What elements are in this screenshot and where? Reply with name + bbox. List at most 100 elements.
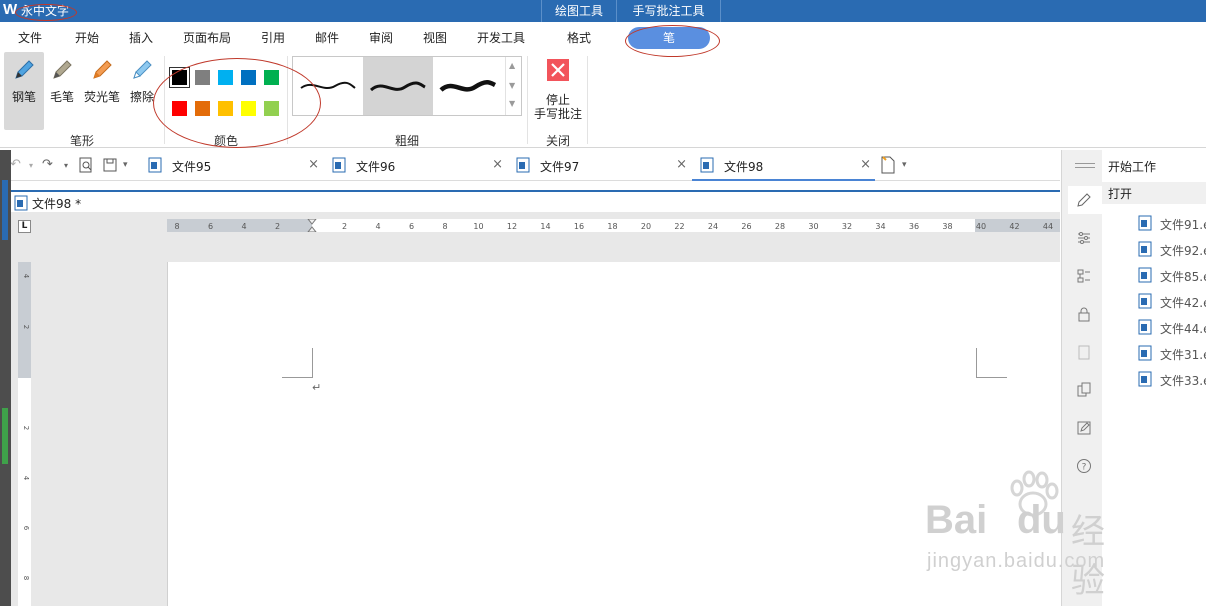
settings-sliders-icon[interactable] [1076, 230, 1092, 246]
close-icon[interactable]: × [308, 157, 319, 172]
margin-corner-mark [976, 348, 977, 378]
document-window-title: 文件98 * [32, 197, 82, 211]
ruler-tick-label: 14 [540, 222, 550, 231]
pen-tool-fountain[interactable]: 钢笔 [4, 52, 44, 130]
document-icon [516, 157, 530, 173]
group-divider [527, 56, 528, 144]
tab-developer[interactable]: 开发工具 [477, 29, 525, 46]
document-icon [1138, 241, 1152, 257]
ruler-tick-label: 32 [842, 222, 852, 231]
undo-dropdown-icon[interactable]: ▾ [29, 161, 33, 170]
recent-file-item[interactable]: 文件92.e [1138, 240, 1206, 258]
tool-label: 毛笔 [49, 90, 74, 104]
tab-file[interactable]: 文件 [18, 29, 42, 46]
stop-label-line1: 停止 [545, 93, 570, 107]
new-document-dropdown-icon[interactable]: ▾ [902, 160, 907, 170]
redo-icon[interactable]: ↷ [42, 157, 53, 172]
customize-toolbar-icon[interactable]: ▾ [123, 160, 128, 170]
thickness-gallery-scrollbar[interactable]: ▲ ▼ ▼ [505, 57, 521, 115]
recent-file-item[interactable]: 文件42.e [1138, 292, 1206, 310]
ruler-margin [167, 219, 312, 232]
stop-handwriting-button[interactable]: 停止 手写批注 [533, 54, 583, 128]
menu-bar: 文件 开始 插入 页面布局 引用 邮件 审阅 视图 开发工具 格式 笔 [0, 22, 1206, 50]
pen-tool-highlighter[interactable]: 荧光笔 [82, 52, 122, 130]
navigation-icon[interactable] [1076, 268, 1092, 284]
document-icon [148, 157, 162, 173]
open-section-header[interactable]: 打开 [1102, 182, 1206, 204]
ruler-tick-label: 10 [473, 222, 483, 231]
print-preview-icon[interactable] [78, 157, 94, 177]
fountain-pen-icon [15, 60, 34, 79]
document-icon [1138, 345, 1152, 361]
thickness-option-thick[interactable] [433, 57, 503, 115]
stop-label-line2: 手写批注 [533, 107, 582, 121]
doc-tab[interactable]: 文件97 × [508, 150, 691, 181]
recent-file-item[interactable]: 文件44.e [1138, 318, 1206, 336]
tab-stop-selector[interactable]: L [18, 220, 31, 233]
ruler-tick-label: 44 [1043, 222, 1053, 231]
vertical-ruler[interactable]: 4 2 2 4 6 8 [18, 262, 31, 606]
lock-icon[interactable] [1076, 306, 1092, 322]
document-window-tab[interactable]: 文件98 * [11, 190, 1060, 212]
undo-icon[interactable]: ↶ [10, 157, 21, 172]
edit-icon[interactable] [1076, 420, 1092, 436]
gallery-expand-icon[interactable]: ▼ [509, 99, 515, 108]
ruler-tick-label: 28 [775, 222, 785, 231]
recent-file-item[interactable]: 文件85.e [1138, 266, 1206, 284]
copy-icon[interactable] [1076, 382, 1092, 398]
thickness-option-medium[interactable] [363, 57, 433, 115]
tab-view[interactable]: 视图 [423, 29, 447, 46]
tool-label: 荧光笔 [83, 90, 120, 104]
tool-label: 钢笔 [11, 90, 36, 104]
tab-insert[interactable]: 插入 [129, 29, 153, 46]
thickness-gallery: ▲ ▼ ▼ [292, 56, 522, 116]
task-pane-title: 开始工作 [1108, 160, 1157, 174]
medium-stroke-icon [369, 81, 426, 92]
horizontal-ruler[interactable]: 8 6 4 2 2 4 6 8 10 12 14 16 18 20 22 24 26 28 30 32 34 36 38 40… [167, 218, 1060, 233]
doc-tab-label: 文件95 [172, 160, 212, 174]
tab-page-layout[interactable]: 页面布局 [183, 29, 231, 46]
recent-file-item[interactable]: 文件31.e [1138, 344, 1206, 362]
ruler-tick-label: 6 [208, 222, 213, 231]
doc-tab[interactable]: 文件95 × [140, 150, 323, 181]
recent-file-item[interactable]: 文件91.e [1138, 214, 1206, 232]
document-icon [1138, 267, 1152, 283]
help-icon[interactable]: ? [1076, 458, 1092, 474]
annotation-ellipse [153, 58, 321, 148]
pane-grip[interactable] [1075, 163, 1095, 164]
ruler-tick-label: 30 [808, 222, 818, 231]
new-document-icon[interactable] [880, 156, 896, 178]
tab-home[interactable]: 开始 [75, 29, 99, 46]
ruler-tick-label: 2 [275, 222, 280, 231]
tab-mailings[interactable]: 邮件 [315, 29, 339, 46]
ruler-tick-label: 2 [22, 426, 30, 430]
tab-format[interactable]: 格式 [567, 29, 591, 46]
save-icon[interactable] [102, 157, 118, 177]
tab-review[interactable]: 审阅 [369, 29, 393, 46]
close-icon[interactable]: × [860, 157, 871, 172]
doc-tab[interactable]: 文件96 × [324, 150, 507, 181]
ruler-tick-label: 6 [22, 526, 30, 531]
pencil-icon[interactable] [1076, 192, 1092, 208]
context-tab-drawing-tools[interactable]: 绘图工具 [541, 0, 617, 22]
document-icon [1138, 215, 1152, 231]
clipboard-icon[interactable] [1076, 344, 1092, 360]
ruler-tick-label: 42 [1009, 222, 1019, 231]
close-icon[interactable]: × [492, 157, 503, 172]
strip-handle[interactable] [2, 408, 8, 464]
scroll-up-icon[interactable]: ▲ [509, 61, 515, 70]
context-tab-handwriting-tools[interactable]: 手写批注工具 [617, 0, 721, 22]
brush-icon [53, 60, 72, 79]
close-icon[interactable]: × [676, 157, 687, 172]
doc-tab-active[interactable]: 文件98 × [692, 150, 875, 181]
vertical-ruler-scale: 4 2 2 4 6 8 [18, 262, 31, 580]
document-icon [700, 157, 714, 173]
doc-tab-label: 文件96 [356, 160, 396, 174]
recent-file-item[interactable]: 文件33.e [1138, 370, 1206, 388]
scroll-down-icon[interactable]: ▼ [509, 81, 515, 90]
ruler-tick-label: 8 [174, 222, 179, 231]
pen-tool-brush[interactable]: 毛笔 [42, 52, 82, 130]
group-label-pen-shape: 笔形 [70, 134, 95, 148]
redo-dropdown-icon[interactable]: ▾ [64, 161, 68, 170]
tab-references[interactable]: 引用 [261, 29, 285, 46]
